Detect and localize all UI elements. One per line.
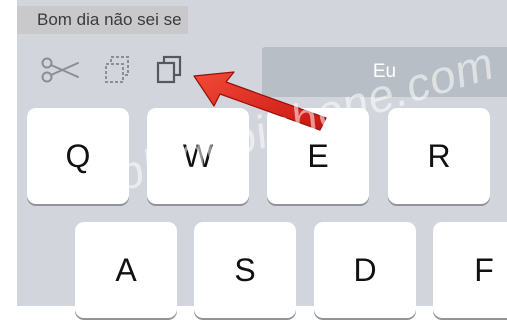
- key-label: R: [427, 138, 451, 174]
- key-label: S: [234, 252, 256, 288]
- key-label: F: [474, 252, 494, 288]
- screenshot-frame: Bom dia não sei se Eu Q W E R A S D F bl…: [0, 0, 507, 320]
- annotation-arrow: [193, 71, 327, 131]
- key-d[interactable]: D: [314, 222, 416, 318]
- copy-icon[interactable]: [103, 55, 131, 85]
- key-r[interactable]: R: [388, 108, 490, 204]
- key-s[interactable]: S: [194, 222, 296, 318]
- key-f[interactable]: F: [433, 222, 507, 318]
- key-label: W: [182, 138, 214, 174]
- text-field-value: Bom dia não sei se: [37, 10, 182, 29]
- paste-icon[interactable]: [155, 55, 183, 85]
- scissors-icon[interactable]: [40, 57, 80, 83]
- suggestion-label: Eu: [372, 61, 397, 82]
- key-label: Q: [65, 138, 91, 174]
- text-field[interactable]: Bom dia não sei se: [17, 6, 188, 34]
- key-a[interactable]: A: [75, 222, 177, 318]
- key-label: E: [307, 138, 329, 174]
- key-q[interactable]: Q: [27, 108, 129, 204]
- key-label: D: [353, 252, 377, 288]
- key-label: A: [115, 252, 137, 288]
